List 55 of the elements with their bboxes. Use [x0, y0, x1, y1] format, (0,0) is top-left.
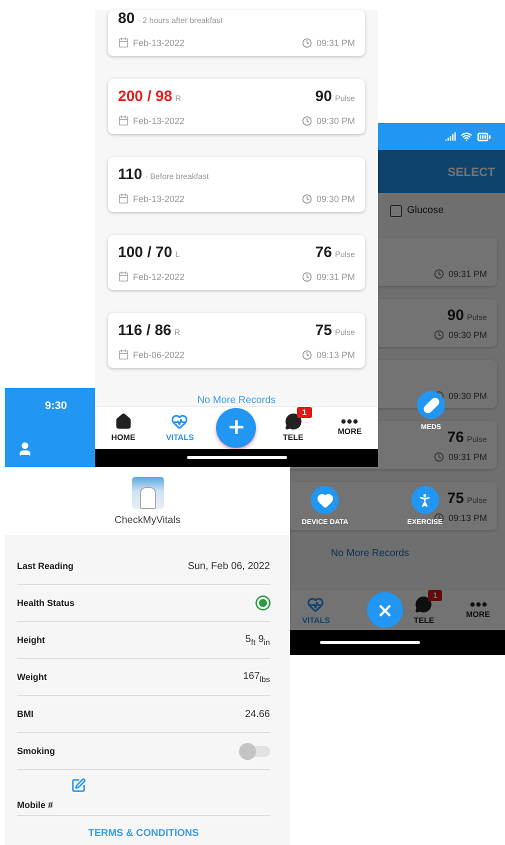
pulse-label: Pulse: [334, 250, 355, 259]
record-date: Feb-12-2022: [133, 272, 185, 282]
record-time: 09:30 PM: [448, 391, 487, 401]
record-time: 09:30 PM: [316, 116, 355, 126]
field-label: Last Reading: [17, 561, 74, 571]
app-name: CheckMyVitals: [114, 514, 180, 526]
reading-value: 110: [118, 166, 142, 183]
pulse-label: Pulse: [466, 313, 487, 322]
reading-value: 80: [118, 10, 135, 27]
pulse-value: 90: [447, 307, 464, 324]
record-time: 09:31 PM: [448, 452, 487, 462]
record-date: Feb-13-2022: [133, 116, 185, 126]
field-label: Mobile #: [17, 800, 54, 812]
record-time: 09:30 PM: [316, 194, 355, 204]
pulse-value: 90: [315, 88, 332, 105]
field-label: BMI: [17, 709, 34, 719]
field-label: Health Status: [17, 598, 75, 608]
side-label: L: [175, 250, 180, 259]
record-time: 09:13 PM: [448, 513, 487, 523]
pulse-label: Pulse: [466, 496, 487, 505]
pulse-value: 75: [447, 490, 464, 507]
pulse-value: 76: [315, 244, 332, 261]
pulse-value: 76: [447, 429, 464, 446]
reading-value: 200 / 98: [118, 88, 172, 105]
notification-badge: 1: [297, 407, 312, 418]
record-time: 09:31 PM: [448, 269, 487, 279]
field-label: Weight: [17, 672, 47, 682]
record-time: 09:13 PM: [316, 350, 355, 360]
notification-badge: 1: [428, 590, 442, 600]
field-value: 5$_{ft}$ 9$_{in}$: [245, 634, 270, 646]
pulse-label: Pulse: [334, 328, 355, 337]
field-value: Sun, Feb 06, 2022: [188, 560, 270, 572]
pulse-label: Pulse: [466, 435, 487, 444]
record-time: 09:31 PM: [316, 272, 355, 282]
record-date: Feb-06-2022: [133, 350, 185, 360]
reading-note: · Before breakfast: [145, 172, 209, 181]
end-of-list-note: No More Records: [197, 395, 276, 406]
end-of-list-note: No More Records: [330, 548, 410, 559]
reading-note: · 2 hours after breakfast: [138, 16, 223, 25]
field-label: Smoking: [17, 746, 56, 756]
side-label: R: [174, 328, 180, 337]
record-date: Feb-13-2022: [133, 194, 185, 204]
reading-value: 116 / 86: [118, 322, 172, 339]
record-time: 09:31 PM: [316, 38, 355, 48]
field-value: 24.66: [244, 708, 270, 720]
side-label: R: [175, 94, 181, 103]
pulse-value: 75: [315, 322, 332, 339]
reading-value: 100 / 70: [118, 244, 172, 261]
filter-label: Glucose: [407, 205, 444, 216]
field-value: 167$_{lbs}$: [243, 670, 270, 684]
field-label: Height: [17, 635, 45, 645]
pulse-label: Pulse: [334, 94, 355, 103]
record-time: 09:30 PM: [448, 330, 487, 340]
record-date: Feb-13-2022: [133, 38, 185, 48]
status-time: 9:30: [44, 400, 68, 412]
